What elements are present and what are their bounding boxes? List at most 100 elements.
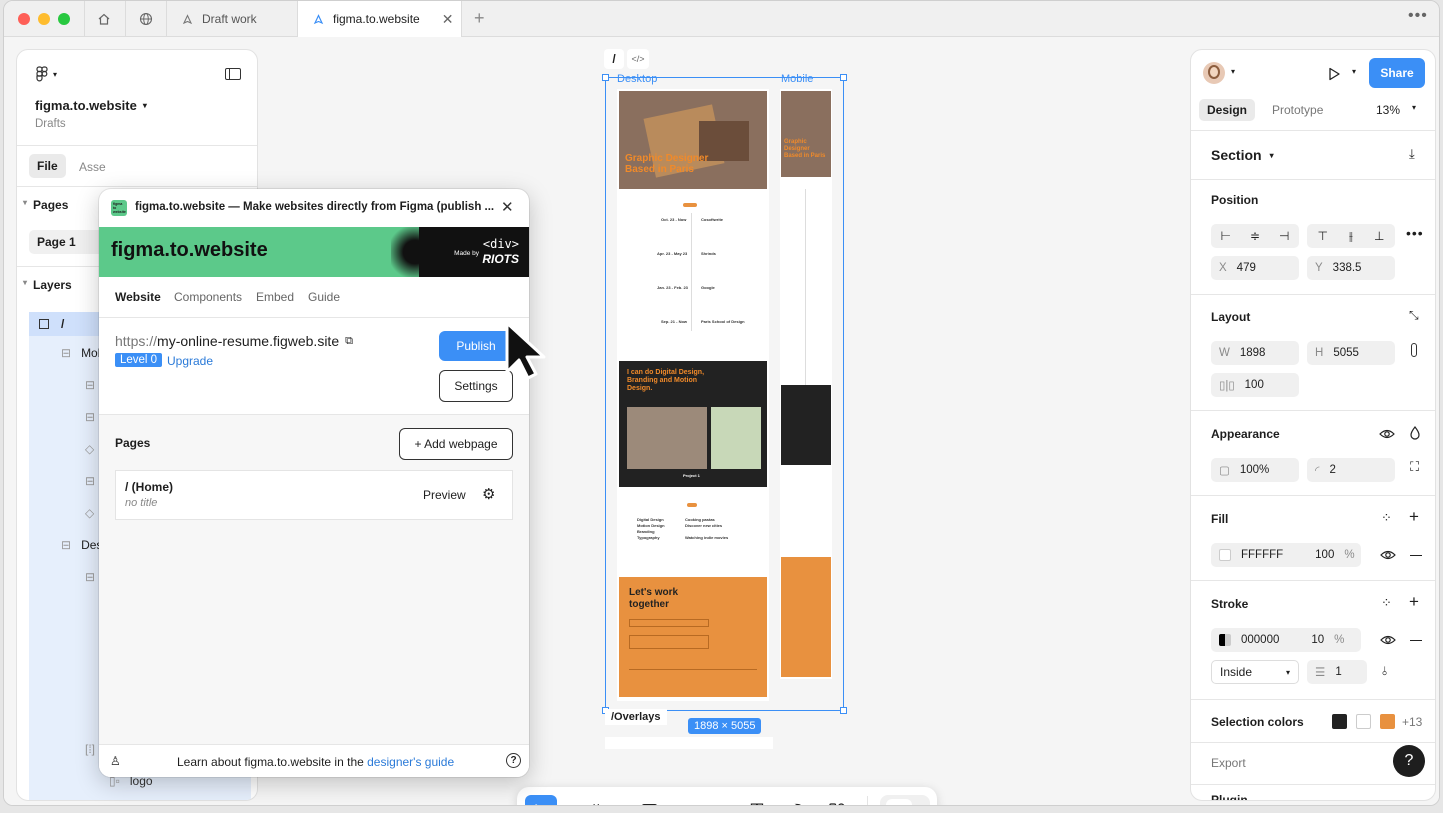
zoom-menu[interactable]: 13% ▾	[1376, 103, 1416, 117]
text-tool-icon[interactable]: T	[741, 795, 773, 805]
copy-icon[interactable]: ⧉	[345, 335, 353, 348]
close-tab-icon[interactable]: ✕	[442, 11, 454, 28]
layers-header[interactable]: ▾ Layers	[23, 278, 72, 292]
add-webpage-button[interactable]: + Add webpage	[399, 428, 513, 460]
plugin-tab-guide[interactable]: Guide	[308, 290, 340, 304]
designers-guide-link[interactable]: designer's guide	[367, 755, 454, 769]
component-layer-icon[interactable]: ◇	[85, 506, 94, 520]
project-name[interactable]: Drafts	[35, 118, 66, 130]
constrain-proportions-icon[interactable]	[1411, 343, 1417, 357]
frame-layer-icon[interactable]: ⊟	[85, 378, 95, 392]
sidebar-toggle-icon[interactable]	[225, 68, 241, 80]
code-icon[interactable]: </>	[627, 49, 649, 69]
page-row-home[interactable]: / (Home) no title Preview ⚙	[115, 470, 513, 520]
align-bottom-icon[interactable]: ⊥	[1374, 229, 1384, 243]
mobile-frame[interactable]: Graphic Designer Based in Paris	[780, 89, 832, 679]
stroke-color-field[interactable]: 000000 10%	[1211, 628, 1361, 652]
align-center-h-icon[interactable]: ≑	[1250, 229, 1260, 243]
new-tab-icon[interactable]: +	[474, 8, 485, 29]
home-icon[interactable]	[92, 10, 116, 28]
chevron-down-icon[interactable]: ▾	[1352, 67, 1356, 76]
fill-color-field[interactable]: FFFFFF 100%	[1211, 543, 1361, 567]
stroke-position-select[interactable]: Inside ▾	[1211, 660, 1299, 684]
avatar[interactable]	[1203, 62, 1225, 84]
minimize-window-button[interactable]	[38, 13, 50, 25]
stroke-weight-field[interactable]: ☰ 1	[1307, 660, 1367, 684]
eye-icon[interactable]	[1379, 428, 1395, 440]
gear-icon[interactable]: ⚙	[482, 485, 495, 503]
stroke-swatch[interactable]	[1219, 634, 1231, 646]
publish-button[interactable]: Publish	[439, 331, 513, 361]
style-grid-icon[interactable]: ⁘	[1381, 510, 1392, 526]
share-button[interactable]: Share	[1369, 58, 1425, 88]
width-field[interactable]: W 1898	[1211, 341, 1299, 365]
gap-field[interactable]: ▯|▯ 100	[1211, 373, 1299, 397]
plugin-tab-website[interactable]: Website	[115, 290, 161, 304]
site-url[interactable]: https://my-online-resume.figweb.site ⧉	[115, 333, 353, 349]
resources-tool-icon[interactable]	[821, 795, 853, 805]
canvas[interactable]: ▾ figma.to.website ▾ Drafts File Asse ▾ Pa…	[4, 37, 1439, 806]
fill-swatch[interactable]	[1219, 549, 1231, 561]
align-center-v-icon[interactable]: ⫲	[1349, 229, 1353, 244]
x-field[interactable]: X 479	[1211, 256, 1299, 280]
frame-layer-icon[interactable]: ⊟	[85, 410, 95, 424]
pages-header[interactable]: ▾ Pages	[23, 198, 68, 212]
remove-stroke-icon[interactable]	[1410, 640, 1422, 642]
selection-color-swatch[interactable]	[1380, 714, 1395, 729]
settings-button[interactable]: Settings	[439, 370, 513, 402]
main-menu-button[interactable]: ▾	[35, 66, 57, 82]
selection-color-swatch[interactable]	[1356, 714, 1371, 729]
export-heading[interactable]: Export	[1211, 756, 1246, 770]
upgrade-link[interactable]: Upgrade	[167, 354, 213, 368]
frame-layer-icon[interactable]: ⊟	[85, 570, 95, 584]
resize-handle[interactable]	[602, 74, 609, 81]
corner-radius-field[interactable]: ◜ 2	[1307, 458, 1395, 482]
eye-icon[interactable]	[1380, 634, 1396, 646]
maximize-window-button[interactable]	[58, 13, 70, 25]
pen-tool-icon[interactable]	[687, 795, 719, 805]
blend-mode-icon[interactable]	[1410, 426, 1420, 440]
help-icon[interactable]: ?	[506, 753, 521, 768]
tab-prototype[interactable]: Prototype	[1272, 103, 1323, 117]
tab-file[interactable]: File	[29, 154, 66, 178]
globe-icon[interactable]	[134, 10, 158, 28]
resize-handle[interactable]	[840, 707, 847, 714]
y-field[interactable]: Y 338.5	[1307, 256, 1395, 280]
tab-assets[interactable]: Asse	[79, 160, 106, 174]
height-field[interactable]: H 5055	[1307, 341, 1395, 365]
tab-design[interactable]: Design	[1199, 99, 1256, 121]
align-top-icon[interactable]: ⊤	[1318, 229, 1328, 243]
close-plugin-icon[interactable]: ✕	[501, 198, 514, 216]
align-left-icon[interactable]: ⊢	[1221, 229, 1231, 243]
preview-button[interactable]: Preview	[423, 488, 466, 502]
tab-draft-work[interactable]: Draft work	[167, 1, 297, 37]
more-align-icon[interactable]: •••	[1406, 225, 1424, 241]
opacity-field[interactable]: ▢ 100%	[1211, 458, 1299, 482]
plugin-tab-embed[interactable]: Embed	[256, 290, 294, 304]
dev-mode-toggle[interactable]: </>	[880, 795, 930, 805]
add-stroke-icon[interactable]: +	[1409, 592, 1419, 612]
rectangle-tool-icon[interactable]	[633, 795, 665, 805]
style-grid-icon[interactable]: ⁘	[1381, 595, 1392, 611]
selection-color-swatch[interactable]	[1332, 714, 1347, 729]
play-icon[interactable]	[1327, 67, 1341, 81]
file-name[interactable]: figma.to.website ▾	[35, 98, 147, 113]
remove-fill-icon[interactable]	[1410, 555, 1422, 557]
root-section-label[interactable]: /	[604, 49, 624, 69]
comment-tool-icon[interactable]	[781, 795, 813, 805]
overlays-frame[interactable]	[605, 737, 773, 749]
resize-handle[interactable]	[840, 74, 847, 81]
eye-icon[interactable]	[1380, 549, 1396, 561]
align-right-icon[interactable]: ⊣	[1279, 229, 1289, 243]
download-icon[interactable]: ⤓	[1409, 146, 1415, 162]
chevron-down-icon[interactable]: ▾	[1231, 67, 1235, 76]
component-layer-icon[interactable]: ◇	[85, 442, 94, 456]
move-tool-icon[interactable]	[525, 795, 557, 805]
stroke-settings-icon[interactable]: ⫰	[1382, 664, 1387, 679]
desktop-frame[interactable]: Graphic Designer Based in Paris Oct. 23 …	[617, 89, 769, 701]
help-button[interactable]: ?	[1393, 745, 1425, 777]
collapse-icon[interactable]: ⤡	[1409, 308, 1419, 323]
frame-tool-icon[interactable]: #	[579, 795, 611, 806]
close-window-button[interactable]	[18, 13, 30, 25]
independent-corners-icon[interactable]: ⛶	[1410, 459, 1419, 475]
